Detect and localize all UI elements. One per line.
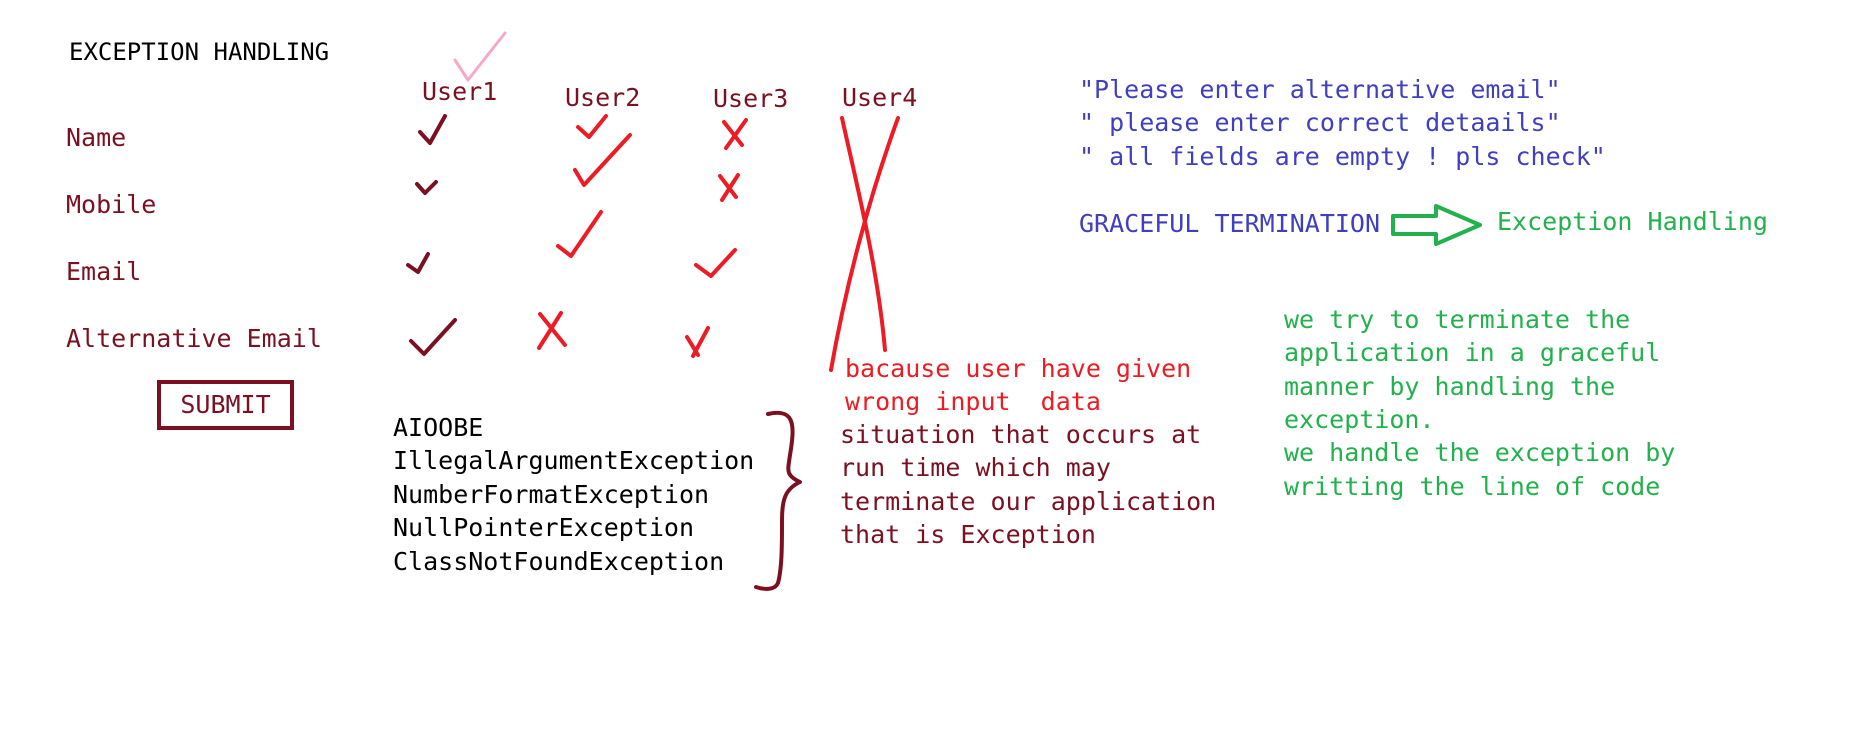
user-header-4: User4 (842, 83, 918, 112)
exception-item: AIOOBE (393, 413, 484, 442)
large-cross-icon (840, 116, 887, 352)
exception-handling-label: Exception Handling (1497, 207, 1768, 236)
message-line: " please enter correct detaails" (1079, 108, 1561, 137)
page-title: EXCEPTION HANDLING (69, 38, 330, 66)
reason-line: wrong input data (845, 387, 1101, 416)
explanation-line: manner by handling the (1284, 372, 1616, 401)
definition-line: that is Exception (840, 520, 1096, 549)
tick-icon (573, 133, 632, 187)
definition-line: situation that occurs at (840, 420, 1202, 449)
large-cross-icon (829, 116, 900, 372)
tick-icon (418, 114, 447, 145)
tick-icon (409, 318, 457, 356)
explanation-line: exception. (1284, 405, 1435, 434)
tick-icon (415, 180, 438, 195)
definition-line: run time which may (840, 453, 1111, 482)
exception-item: NullPointerException (393, 513, 695, 542)
curly-brace-icon (754, 410, 802, 591)
tick-icon (576, 114, 608, 139)
message-line: "Please enter alternative email" (1079, 75, 1561, 104)
definition-line: terminate our application (840, 487, 1217, 516)
field-label-email: Email (66, 257, 142, 286)
cross-icon (718, 173, 740, 202)
user-header-2: User2 (565, 83, 641, 112)
explanation-line: we try to terminate the (1284, 305, 1631, 334)
message-line: " all fields are empty ! pls check" (1079, 142, 1606, 171)
cross-icon (685, 326, 710, 358)
submit-button[interactable]: SUBMIT (157, 380, 294, 430)
cross-icon (537, 311, 567, 350)
tick-icon (556, 210, 603, 258)
field-label-alternative-email: Alternative Email (66, 324, 322, 353)
field-label-mobile: Mobile (66, 190, 157, 219)
cross-icon (722, 118, 748, 150)
user-header-3: User3 (713, 84, 789, 113)
reason-line: bacause user have given (845, 354, 1192, 383)
explanation-line: application in a graceful (1284, 338, 1661, 367)
explanation-line: we handle the exception by (1284, 438, 1676, 467)
exception-item: IllegalArgumentException (393, 446, 755, 475)
exception-item: NumberFormatException (393, 480, 710, 509)
explanation-line: writting the line of code (1284, 472, 1661, 501)
arrow-right-icon (1391, 204, 1482, 246)
field-label-name: Name (66, 123, 127, 152)
tick-icon (694, 248, 737, 278)
pink-tick-icon (453, 31, 507, 82)
graceful-termination-label: GRACEFUL TERMINATION (1079, 209, 1381, 238)
user-header-1: User1 (422, 77, 498, 106)
exception-item: ClassNotFoundException (393, 547, 725, 576)
tick-icon (406, 252, 430, 274)
